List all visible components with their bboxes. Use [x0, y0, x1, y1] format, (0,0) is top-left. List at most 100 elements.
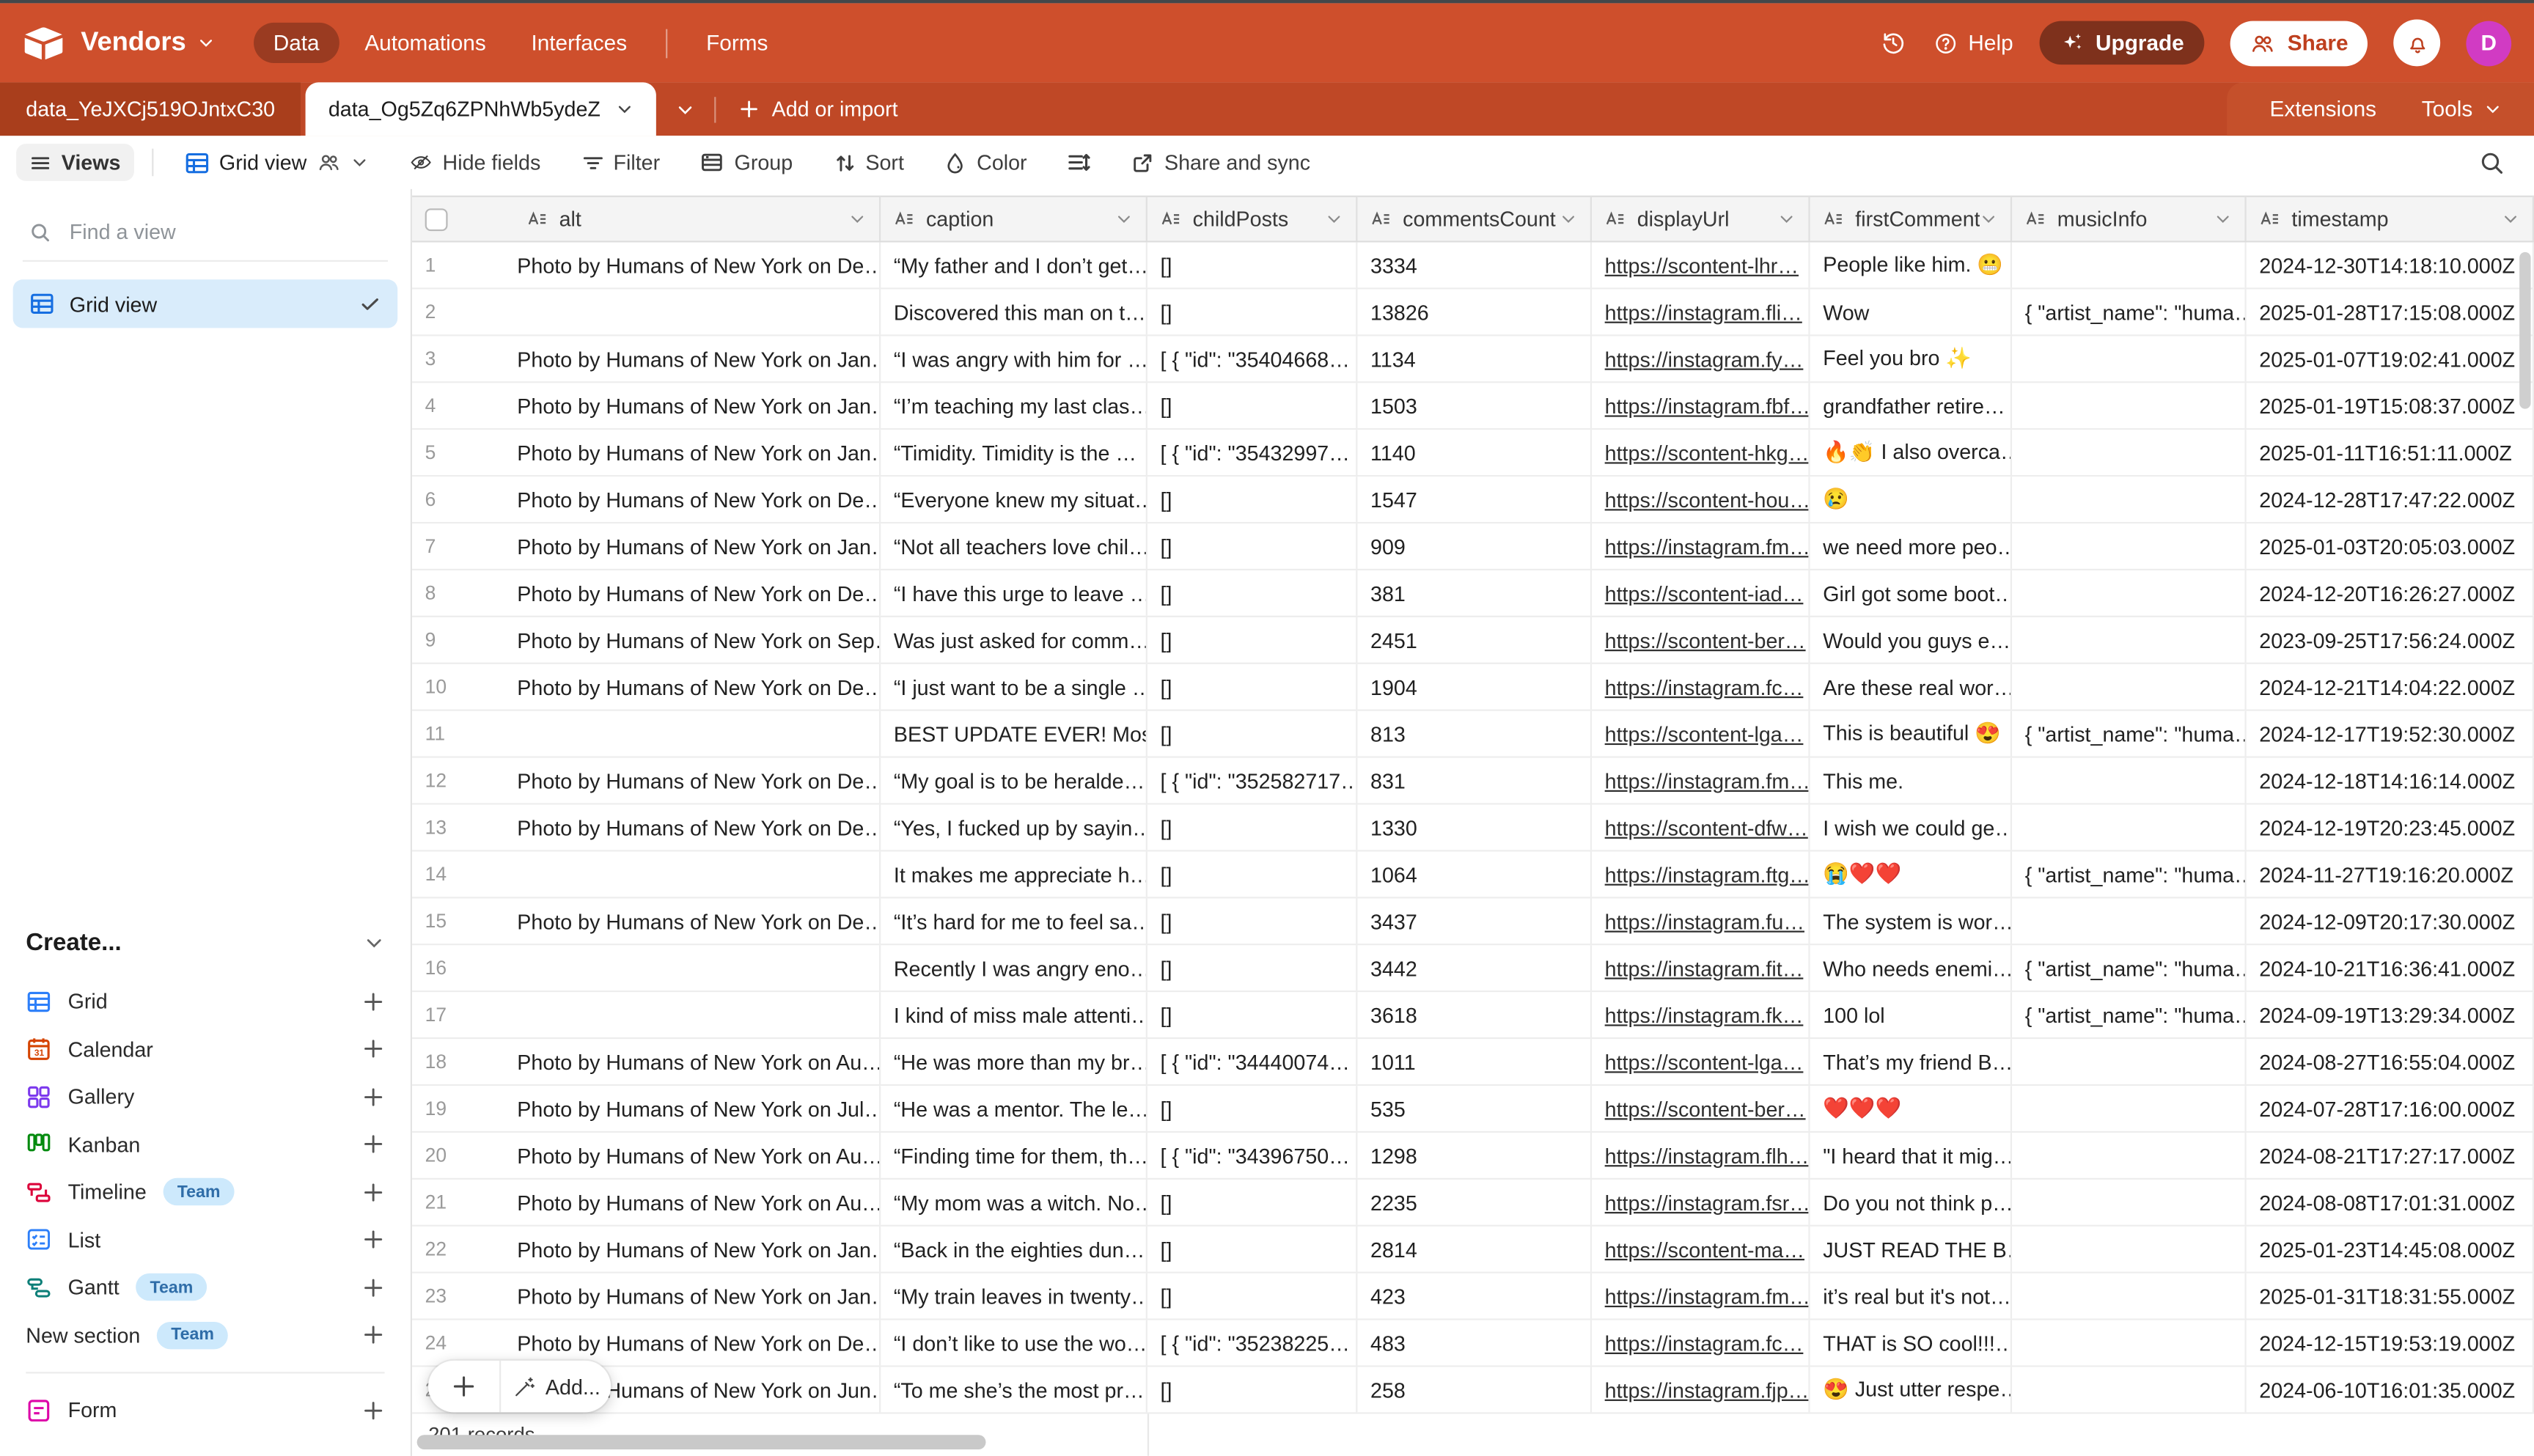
share-button[interactable]: Share — [2231, 21, 2368, 66]
cell-alt[interactable]: 14 — [412, 852, 881, 897]
cell-child[interactable]: [ { "id": "34440074… — [1147, 1039, 1358, 1084]
row-number[interactable]: 10 — [412, 675, 517, 698]
cell-comments[interactable]: 1011 — [1357, 1039, 1592, 1084]
cell-music[interactable] — [2012, 1367, 2247, 1413]
row-number[interactable]: 4 — [412, 394, 517, 417]
cell-ts[interactable]: 2025-01-03T20:05:03.000Z — [2247, 523, 2534, 569]
share-and-sync-button[interactable]: Share and sync — [1119, 144, 1323, 181]
cell-url[interactable]: https://scontent-ber… — [1592, 1086, 1810, 1131]
cell-alt[interactable]: 11 — [412, 711, 881, 757]
cell-child[interactable]: [ { "id": "34396750… — [1147, 1133, 1358, 1178]
row-number[interactable]: 22 — [412, 1238, 517, 1260]
cell-first[interactable]: Who needs enemi… — [1810, 945, 2013, 990]
cell-alt[interactable]: 16 — [412, 945, 881, 990]
cell-child[interactable]: [] — [1147, 383, 1358, 428]
cell-caption[interactable]: Discovered this man on t… — [881, 290, 1147, 335]
cell-ts[interactable]: 2024-12-17T19:52:30.000Z — [2247, 711, 2534, 757]
nav-interfaces[interactable]: Interfaces — [512, 23, 647, 63]
select-all-checkbox[interactable] — [425, 207, 448, 230]
create-item-timeline[interactable]: Timeline Team — [0, 1169, 411, 1216]
cell-url[interactable]: https://instagram.fk… — [1592, 992, 1810, 1037]
create-item-list[interactable]: List — [0, 1216, 411, 1264]
cell-first[interactable]: Feel you bro ✨ — [1810, 336, 2013, 381]
grid-view-selector[interactable]: Grid view — [171, 143, 381, 182]
cell-child[interactable]: [] — [1147, 664, 1358, 710]
row-number[interactable]: 24 — [412, 1331, 517, 1354]
cell-child[interactable]: [] — [1147, 898, 1358, 944]
cell-alt[interactable]: 17 — [412, 992, 881, 1037]
plus-icon[interactable] — [362, 1229, 385, 1251]
cell-url[interactable]: https://instagram.fit… — [1592, 945, 1810, 990]
find-a-view[interactable] — [23, 205, 388, 262]
row-number[interactable]: 20 — [412, 1144, 517, 1166]
cell-url[interactable]: https://scontent-ber… — [1592, 617, 1810, 663]
row-number[interactable]: 23 — [412, 1284, 517, 1307]
cell-first[interactable]: 😍 Just utter respe… — [1810, 1367, 2013, 1413]
cell-first[interactable]: That’s my friend B… — [1810, 1039, 2013, 1084]
cell-child[interactable]: [] — [1147, 852, 1358, 897]
plus-icon[interactable] — [362, 1181, 385, 1204]
cell-child[interactable]: [] — [1147, 1227, 1358, 1272]
cell-alt[interactable]: 5Photo by Humans of New York on Jan… — [412, 430, 881, 475]
hide-fields-button[interactable]: Hide fields — [396, 144, 554, 181]
group-button[interactable]: Group — [688, 144, 806, 181]
cell-music[interactable] — [2012, 523, 2247, 569]
cell-first[interactable]: JUST READ THE B… — [1810, 1227, 2013, 1272]
search-button[interactable] — [2479, 150, 2518, 175]
cell-music[interactable] — [2012, 1133, 2247, 1178]
cell-url[interactable]: https://instagram.fsr… — [1592, 1180, 1810, 1225]
cell-caption[interactable]: “My train leaves in twenty… — [881, 1273, 1147, 1319]
vertical-scrollbar[interactable] — [2519, 252, 2530, 409]
cell-url[interactable]: https://scontent-hou… — [1592, 477, 1810, 522]
cell-music[interactable] — [2012, 898, 2247, 944]
cell-music[interactable]: { "artist_name": "huma… — [2012, 290, 2247, 335]
cell-url[interactable]: https://instagram.fm… — [1592, 758, 1810, 804]
cell-comments[interactable]: 2451 — [1357, 617, 1592, 663]
cell-ts[interactable]: 2024-09-19T13:29:34.000Z — [2247, 992, 2534, 1037]
nav-automations[interactable]: Automations — [345, 23, 505, 63]
cell-alt[interactable]: 23Photo by Humans of New York on Jan… — [412, 1273, 881, 1319]
row-number[interactable]: 5 — [412, 441, 517, 464]
cell-comments[interactable]: 1503 — [1357, 383, 1592, 428]
column-header-alt[interactable]: alt — [412, 197, 881, 241]
cell-first[interactable]: People like him. 😬 — [1810, 243, 2013, 288]
column-header-commentsCount[interactable]: commentsCount — [1357, 197, 1592, 241]
row-number[interactable]: 16 — [412, 957, 517, 979]
cell-url[interactable]: https://instagram.fc… — [1592, 1320, 1810, 1366]
cell-ts[interactable]: 2024-06-10T16:01:35.000Z — [2247, 1367, 2534, 1413]
cell-url[interactable]: https://instagram.fm… — [1592, 1273, 1810, 1319]
cell-comments[interactable]: 3334 — [1357, 243, 1592, 288]
cell-alt[interactable]: 13Photo by Humans of New York on De… — [412, 805, 881, 850]
cell-url[interactable]: https://instagram.ftg… — [1592, 852, 1810, 897]
cell-comments[interactable]: 535 — [1357, 1086, 1592, 1131]
cell-alt[interactable]: 7Photo by Humans of New York on Jan… — [412, 523, 881, 569]
cell-caption[interactable]: Recently I was angry eno… — [881, 945, 1147, 990]
plus-icon[interactable] — [362, 990, 385, 1013]
cell-ts[interactable]: 2024-08-21T17:27:17.000Z — [2247, 1133, 2534, 1178]
cell-url[interactable]: https://instagram.fc… — [1592, 664, 1810, 710]
cell-alt[interactable]: 18Photo by Humans of New York on Au… — [412, 1039, 881, 1084]
cell-first[interactable]: Girl got some boot… — [1810, 570, 2013, 616]
cell-first[interactable]: The system is wor… — [1810, 898, 2013, 944]
cell-alt[interactable]: 8Photo by Humans of New York on De… — [412, 570, 881, 616]
sidebar-item-grid-view[interactable]: Grid view — [13, 279, 398, 328]
history-button[interactable] — [1879, 29, 1906, 56]
cell-ts[interactable]: 2024-12-28T17:47:22.000Z — [2247, 477, 2534, 522]
cell-ts[interactable]: 2025-01-23T14:45:08.000Z — [2247, 1227, 2534, 1272]
row-number[interactable]: 13 — [412, 816, 517, 839]
row-number[interactable]: 19 — [412, 1097, 517, 1120]
views-button[interactable]: Views — [16, 144, 133, 181]
airtable-logo-icon[interactable] — [23, 25, 65, 60]
cell-first[interactable]: Are these real wor… — [1810, 664, 2013, 710]
row-number[interactable]: 6 — [412, 488, 517, 511]
cell-child[interactable]: [ { "id": "35404668… — [1147, 336, 1358, 381]
cell-comments[interactable]: 831 — [1357, 758, 1592, 804]
cell-ts[interactable]: 2024-12-15T19:53:19.000Z — [2247, 1320, 2534, 1366]
row-number[interactable]: 11 — [412, 722, 517, 745]
cell-music[interactable]: { "artist_name": "huma… — [2012, 945, 2247, 990]
cell-first[interactable]: Do you not think p… — [1810, 1180, 2013, 1225]
workspace-menu[interactable]: Vendors — [81, 27, 215, 58]
filter-button[interactable]: Filter — [568, 144, 673, 181]
cell-alt[interactable]: 9Photo by Humans of New York on Sep… — [412, 617, 881, 663]
cell-url[interactable]: https://instagram.fli… — [1592, 290, 1810, 335]
